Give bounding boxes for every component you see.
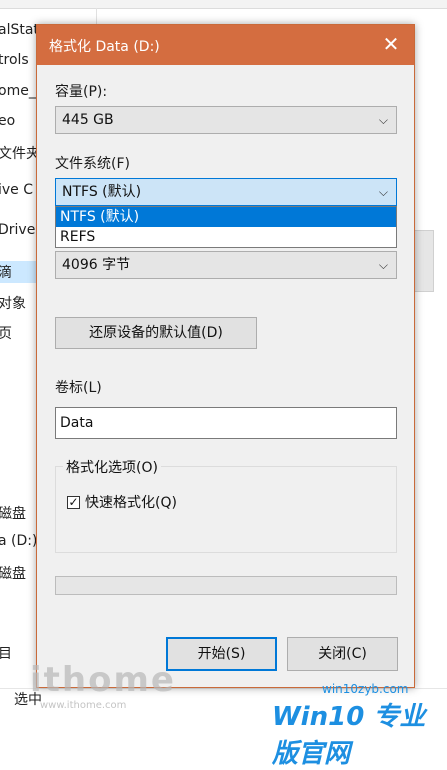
format-dialog: 格式化 Data (D:) ✕ 容量(P): 445 GB ⌵ 文件系统(F) … bbox=[36, 24, 415, 688]
capacity-label: 容量(P): bbox=[55, 84, 108, 100]
dialog-title: 格式化 Data (D:) bbox=[49, 39, 160, 55]
explorer-toolbar bbox=[0, 0, 447, 9]
capacity-select[interactable]: 445 GB ⌵ bbox=[55, 106, 397, 134]
volume-label-label: 卷标(L) bbox=[55, 380, 102, 396]
format-options-label: 格式化选项(O) bbox=[63, 457, 161, 477]
nav-item[interactable]: 磁盘 bbox=[0, 563, 26, 583]
allocation-value: 4096 字节 bbox=[62, 257, 131, 273]
quick-format-label[interactable]: 快速格式化(Q) bbox=[85, 492, 177, 512]
format-progress-bar bbox=[55, 576, 397, 595]
filesystem-select[interactable]: NTFS (默认) ⌵ bbox=[55, 178, 397, 206]
chevron-down-icon: ⌵ bbox=[378, 185, 388, 199]
filesystem-dropdown-list: NTFS (默认) REFS bbox=[55, 206, 397, 248]
nav-item[interactable]: Drive bbox=[0, 222, 35, 238]
chevron-down-icon: ⌵ bbox=[378, 113, 388, 127]
win10-watermark: Win10 专业版官网 bbox=[272, 702, 426, 769]
nav-item[interactable]: 磁盘 bbox=[0, 503, 26, 523]
restore-defaults-button[interactable]: 还原设备的默认值(D) bbox=[55, 317, 257, 349]
dialog-titlebar[interactable]: 格式化 Data (D:) ✕ bbox=[37, 25, 414, 65]
nav-item[interactable]: 对象 bbox=[0, 293, 26, 313]
allocation-size-select[interactable]: 4096 字节 ⌵ bbox=[55, 251, 397, 279]
nav-item[interactable]: eo bbox=[0, 113, 15, 129]
filesystem-option-ntfs[interactable]: NTFS (默认) bbox=[56, 207, 396, 227]
nav-item[interactable]: a (D:) bbox=[0, 533, 37, 549]
explorer-scrollbar-thumb[interactable] bbox=[414, 230, 434, 292]
chevron-down-icon: ⌵ bbox=[378, 258, 388, 272]
nav-item[interactable]: ive C bbox=[0, 182, 33, 198]
nav-item[interactable]: trols bbox=[0, 52, 29, 68]
filesystem-option-refs[interactable]: REFS bbox=[56, 227, 396, 247]
nav-item[interactable]: 滴 bbox=[0, 262, 12, 282]
volume-label-input[interactable]: Data bbox=[55, 407, 397, 439]
ithome-watermark: ithome bbox=[30, 660, 176, 700]
nav-item[interactable]: 页 bbox=[0, 323, 12, 343]
close-button[interactable]: 关闭(C) bbox=[287, 637, 398, 671]
nav-item[interactable]: alStat bbox=[0, 22, 39, 38]
win10-watermark-url: win10zyb.com bbox=[322, 682, 409, 696]
filesystem-label: 文件系统(F) bbox=[55, 156, 130, 172]
close-icon[interactable]: ✕ bbox=[368, 25, 414, 65]
nav-item[interactable]: 文件夹 bbox=[0, 143, 40, 163]
quick-format-checkbox[interactable]: ✓ bbox=[67, 496, 80, 509]
start-button[interactable]: 开始(S) bbox=[166, 637, 277, 671]
capacity-value: 445 GB bbox=[62, 112, 114, 128]
nav-item[interactable]: 目 bbox=[0, 643, 12, 663]
nav-item[interactable]: ome_ bbox=[0, 83, 36, 99]
filesystem-value: NTFS (默认) bbox=[62, 184, 142, 200]
checkmark-icon: ✓ bbox=[68, 495, 79, 509]
ithome-watermark-url: www.ithome.com bbox=[40, 700, 127, 711]
